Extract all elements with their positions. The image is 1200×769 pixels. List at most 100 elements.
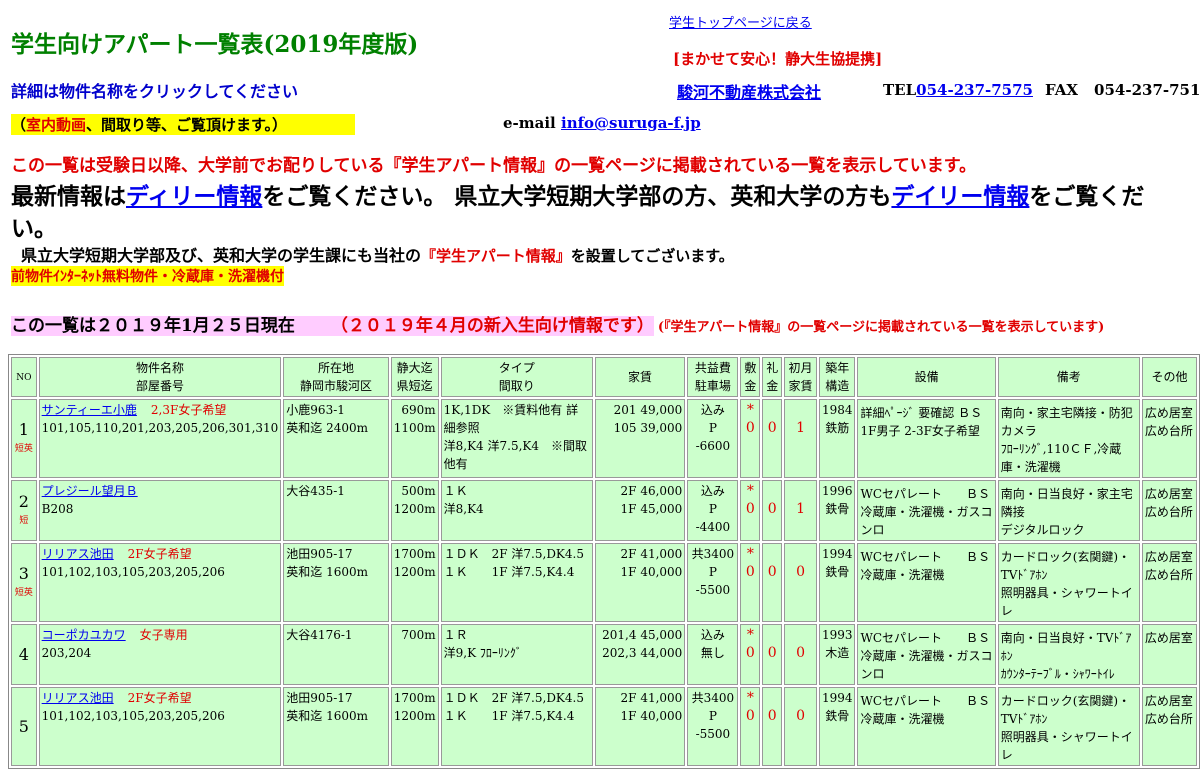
as-of-target: （２０１９年４月の新入生向け情報です） <box>330 316 654 336</box>
row-distance: 690m 1100m <box>390 399 439 478</box>
room-numbers: 203,204 <box>41 646 92 660</box>
row-key-money: 0 <box>762 399 783 478</box>
row-address: 池田905-17 英和迄 1600m <box>283 543 389 622</box>
property-note: 2F女子希望 <box>127 547 192 561</box>
row-fee: 込み P -4400 <box>687 480 739 541</box>
row-name: リリアス池田 2F女子希望 101,102,103,105,203,205,206 <box>38 543 282 622</box>
row-fee: 共3400 P -5500 <box>687 543 739 622</box>
row-name: コーポカユカワ 女子専用 203,204 <box>38 624 282 685</box>
th-type: タイプ 間取り <box>440 357 593 397</box>
row-key-money: 0 <box>762 687 783 766</box>
contact-line: TEL054-237-7575 FAX 054-237-7511 <box>883 81 1200 99</box>
row-name: サンティーエ小鹿 2,3F女子希望 101,105,110,201,203,205,… <box>38 399 282 478</box>
th-other: その他 <box>1141 357 1197 397</box>
row-type: １Ｋ 洋8,K4 <box>440 480 593 541</box>
row-equipment: WCセパレート ＢＳ 冷蔵庫・洗濯機・ガスコンロ <box>857 624 996 685</box>
row-no: 3 短英 <box>11 543 37 622</box>
property-note: 2F女子希望 <box>127 691 192 705</box>
row-other: 広め居室 広め台所 <box>1141 543 1197 622</box>
property-link[interactable]: プレジール望月Ｂ <box>42 484 138 498</box>
row-built: 1984 鉄筋 <box>818 399 856 478</box>
row-built: 1994 鉄骨 <box>818 687 856 766</box>
row-rent: 2F 41,000 1F 40,000 <box>594 543 686 622</box>
row-type: １ＤＫ 2F 洋7.5,DK4.5 １Ｋ 1F 洋7.5,K4.4 <box>440 687 593 766</box>
row-distance: 1700m 1200m <box>390 543 439 622</box>
as-of-note: (『学生アパート情報』の一覧ページに掲載されている一覧を表示しています) <box>657 320 1105 335</box>
email-link[interactable]: info@suruga-f.jp <box>561 114 701 132</box>
table-row: 5 リリアス池田 2F女子希望 101,102,103,105,203,205,206… <box>11 687 1197 766</box>
room-numbers: 101,102,103,105,203,205,206 <box>41 565 225 579</box>
row-deposit: * 0 <box>740 399 761 478</box>
row-no: 5 <box>11 687 37 766</box>
property-link[interactable]: リリアス池田 <box>42 691 114 705</box>
row-distance: 1700m 1200m <box>390 687 439 766</box>
partner-banner: [まかせて安心！静大生協提携] <box>673 50 883 68</box>
th-built: 築年 構造 <box>818 357 856 397</box>
th-name: 物件名称 部屋番号 <box>38 357 282 397</box>
property-link[interactable]: サンティーエ小鹿 <box>42 403 137 417</box>
row-type: １ＤＫ 2F 洋7.5,DK4.5 １Ｋ 1F 洋7.5,K4.4 <box>440 543 593 622</box>
row-rent: 201,4 45,000 202,3 44,000 <box>594 624 686 685</box>
row-distance: 700m <box>390 624 439 685</box>
th-fee: 共益費 駐車場 <box>687 357 739 397</box>
row-other: 広め居室 広め台所 <box>1141 687 1197 766</box>
notice-line-4: 前物件ｲﾝﾀｰﾈｯﾄ無料物件・冷蔵庫・洗濯機付 <box>11 266 284 286</box>
notice-line-2-wrap: い。 <box>11 215 57 242</box>
th-rent: 家賃 <box>594 357 686 397</box>
property-note: 女子専用 <box>139 628 188 642</box>
row-first-rent: 0 <box>784 543 817 622</box>
apartment-table: NO 物件名称 部屋番号 所在地 静岡市駿河区 静大迄 県短迄 タイプ 間取り 家賃 共… <box>8 354 1200 769</box>
row-rent: 2F 46,000 1F 45,000 <box>594 480 686 541</box>
row-key-money: 0 <box>762 480 783 541</box>
as-of-line: この一覧は２０１９年1月２５日現在 （２０１９年４月の新入生向け情報です） (『学生… <box>11 311 1104 336</box>
row-notes: カードロック(玄関鍵)・TVﾄﾞｱﾎﾝ 照明器具・シャワートイレ <box>997 687 1140 766</box>
notice-text-b: をご覧ください。 県立大学短期大学部の方、英和大学の方も <box>262 183 892 210</box>
row-equipment: WCセパレート ＢＳ 冷蔵庫・洗濯機・ガスコンロ <box>857 480 996 541</box>
table-row: 3 短英 リリアス池田 2F女子希望 101,102,103,105,203,205,2… <box>11 543 1197 622</box>
notice-line3-red: 『学生アパート情報』 <box>421 247 571 265</box>
row-first-rent: 1 <box>784 399 817 478</box>
row-rent: 201 49,000 105 39,000 <box>594 399 686 478</box>
row-fee: 込み P -6600 <box>687 399 739 478</box>
row-address: 大谷435-1 <box>283 480 389 541</box>
row-other: 広め居室 広め台所 <box>1141 480 1197 541</box>
page-title: 学生向けアパート一覧表(2019年度版) <box>11 31 419 58</box>
row-address: 小鹿963-1 英和迄 2400m <box>283 399 389 478</box>
video-note-rest: 、間取り等、ご覧頂けます。） <box>86 116 288 134</box>
row-rent: 2F 41,000 1F 40,000 <box>594 687 686 766</box>
notice-line3-a: 県立大学短期大学部及び、英和大学の学生課にも当社の <box>21 246 422 265</box>
row-first-rent: 0 <box>784 687 817 766</box>
row-distance: 500m 1200m <box>390 480 439 541</box>
row-deposit: * 0 <box>740 687 761 766</box>
table-row: 2 短プレジール望月Ｂ B208 大谷435-1 500m 1200m １Ｋ 洋8,K4 2F … <box>11 480 1197 541</box>
as-of-date: この一覧は２０１９年1月２５日現在 <box>11 316 331 336</box>
notice-line-3: 県立大学短期大学部及び、英和大学の学生課にも当社の『学生アパート情報』を設置して… <box>21 242 734 266</box>
property-link[interactable]: コーポカユカワ <box>42 628 126 642</box>
tel-link[interactable]: 054-237-7575 <box>916 81 1033 99</box>
row-address: 池田905-17 英和迄 1600m <box>283 687 389 766</box>
company-link[interactable]: 駿河不動産株式会社 <box>669 79 831 103</box>
row-no: 1 短英 <box>11 399 37 478</box>
row-name: プレジール望月Ｂ B208 <box>38 480 282 541</box>
row-notes: 南向・日当良好・TVﾄﾞｱﾎﾝ ｶｳﾝﾀｰﾃｰﾌﾞﾙ・ｼｬﾜｰﾄｲﾚ <box>997 624 1140 685</box>
th-no: NO <box>11 357 37 397</box>
row-notes: 南向・日当良好・家主宅隣接 デジタルロック <box>997 480 1140 541</box>
back-to-top-link[interactable]: 学生トップページに戻る <box>669 12 812 31</box>
row-fee: 共3400 P -5500 <box>687 687 739 766</box>
table-row: 4 コーポカユカワ 女子専用 203,204 大谷4176-1 700m １Ｒ 洋9,K ﾌﾛ… <box>11 624 1197 685</box>
th-address: 所在地 静岡市駿河区 <box>283 357 389 397</box>
row-key-money: 0 <box>762 624 783 685</box>
property-link[interactable]: リリアス池田 <box>42 547 114 561</box>
row-address: 大谷4176-1 <box>283 624 389 685</box>
row-type: 1K,1DK ※賃料他有 詳細参照 洋8,K4 洋7.5,K4 ※間取他有 <box>440 399 593 478</box>
row-built: 1996 鉄骨 <box>818 480 856 541</box>
email-label: e-mail <box>503 114 556 132</box>
row-deposit: * 0 <box>740 624 761 685</box>
detail-note: 詳細は物件名称をクリックしてください <box>11 82 299 101</box>
daily-info-link-2[interactable]: デイリー情報 <box>891 183 1029 210</box>
row-deposit: * 0 <box>740 543 761 622</box>
daily-info-link-1[interactable]: ディリー情報 <box>126 183 262 210</box>
tel-label: TEL <box>883 81 917 99</box>
video-note: （室内動画、間取り等、ご覧頂けます。） <box>11 114 355 135</box>
room-numbers: B208 <box>41 502 74 516</box>
